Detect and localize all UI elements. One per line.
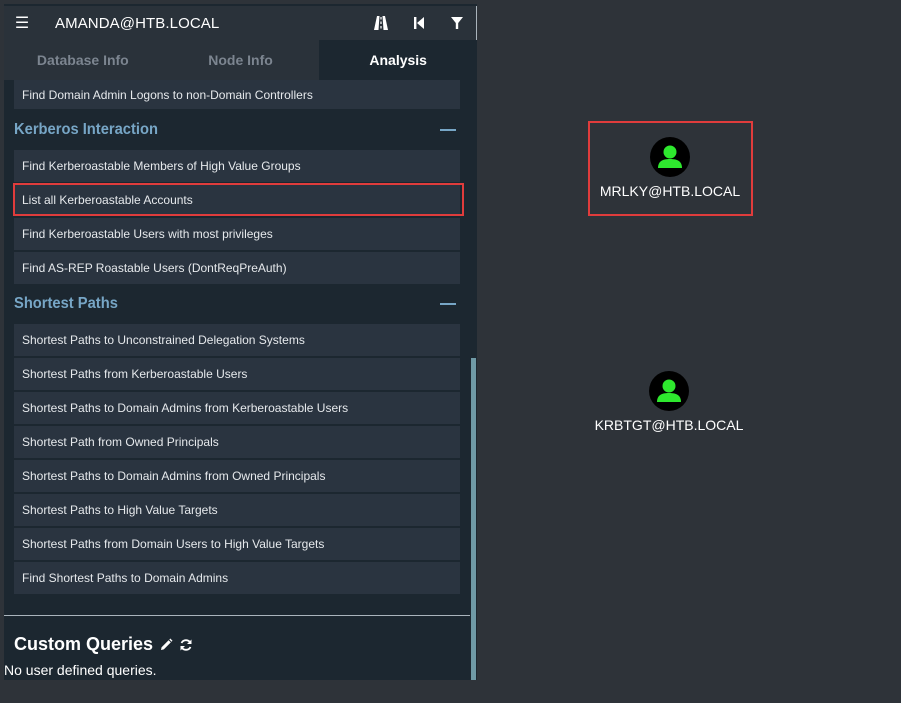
scrollbar[interactable] (471, 358, 476, 680)
edit-icon[interactable] (159, 638, 173, 652)
search-bar: ☰ AMANDA@HTB.LOCAL (4, 6, 477, 40)
divider (4, 615, 470, 616)
pathfinding-icon[interactable] (362, 6, 400, 40)
query-item[interactable]: Shortest Paths to Domain Admins from Ker… (14, 392, 460, 425)
user-node-icon (649, 371, 689, 411)
query-item[interactable]: Find AS-REP Roastable Users (DontReqPreA… (14, 252, 460, 285)
query-item[interactable]: Find Kerberoastable Members of High Valu… (14, 150, 460, 183)
query-item-list-kerberoastable[interactable]: List all Kerberoastable Accounts (14, 184, 460, 217)
collapse-icon[interactable] (440, 303, 456, 305)
collapse-icon[interactable] (440, 129, 456, 131)
tab-node-info[interactable]: Node Info (162, 40, 320, 80)
query-item[interactable]: Shortest Paths to High Value Targets (14, 494, 460, 527)
tab-bar: Database Info Node Info Analysis (4, 40, 477, 80)
query-item[interactable]: Shortest Paths to Unconstrained Delegati… (14, 324, 460, 357)
refresh-icon[interactable] (179, 638, 193, 652)
graph-node-mrlky[interactable]: MRLKY@HTB.LOCAL (600, 137, 740, 199)
section-title: Kerberos Interaction (14, 121, 158, 138)
section-header-shortest-paths[interactable]: Shortest Paths (14, 292, 460, 316)
user-node-icon (650, 137, 690, 177)
query-item[interactable]: Shortest Paths from Domain Users to High… (14, 528, 460, 561)
back-icon[interactable] (400, 6, 438, 40)
section-title: Shortest Paths (14, 295, 118, 312)
node-label: KRBTGT@HTB.LOCAL (594, 417, 744, 433)
query-item[interactable]: Find Domain Admin Logons to non-Domain C… (14, 80, 460, 110)
left-panel: ☰ AMANDA@HTB.LOCAL Database Info Node In… (4, 4, 477, 680)
custom-queries-title: Custom Queries (14, 634, 154, 654)
query-item[interactable]: Shortest Paths from Kerberoastable Users (14, 358, 460, 391)
graph-node-krbtgt[interactable]: KRBTGT@HTB.LOCAL (594, 371, 744, 433)
analysis-content: Find Domain Admin Logons to non-Domain C… (4, 80, 470, 680)
filter-icon[interactable] (438, 6, 476, 40)
query-item[interactable]: Find Shortest Paths to Domain Admins (14, 562, 460, 595)
tab-database-info[interactable]: Database Info (4, 40, 162, 80)
query-item[interactable]: Find Kerberoastable Users with most priv… (14, 218, 460, 251)
tab-analysis[interactable]: Analysis (319, 40, 477, 80)
no-custom-queries-text: No user defined queries. (4, 662, 157, 678)
hamburger-menu-icon[interactable]: ☰ (4, 6, 40, 40)
query-item[interactable]: Shortest Paths to Domain Admins from Own… (14, 460, 460, 493)
node-label: MRLKY@HTB.LOCAL (599, 183, 741, 199)
custom-queries-header: Custom Queries (14, 634, 193, 655)
query-item[interactable]: Shortest Path from Owned Principals (14, 426, 460, 459)
section-header-kerberos[interactable]: Kerberos Interaction (14, 118, 460, 142)
search-input[interactable]: AMANDA@HTB.LOCAL (40, 15, 362, 32)
